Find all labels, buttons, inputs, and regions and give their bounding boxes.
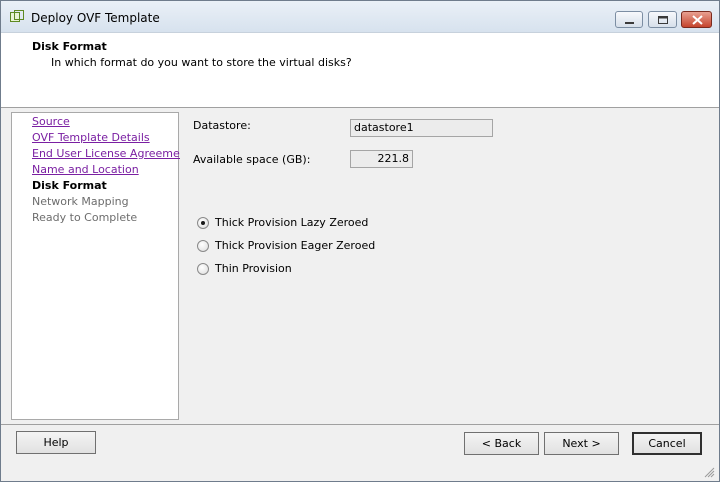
step-source[interactable]: Source (32, 115, 70, 128)
page-title: Disk Format (32, 40, 107, 53)
deploy-ovf-window: Deploy OVF Template Disk Format In which… (0, 0, 720, 482)
cancel-button[interactable]: Cancel (632, 432, 702, 455)
option-thin-provision[interactable]: Thin Provision (197, 262, 397, 278)
close-button[interactable] (681, 11, 712, 28)
window-title: Deploy OVF Template (31, 11, 160, 25)
minimize-button[interactable] (615, 11, 643, 28)
option-thick-eager-zeroed[interactable]: Thick Provision Eager Zeroed (197, 239, 397, 255)
radio-button[interactable] (197, 263, 209, 275)
maximize-icon (658, 16, 668, 24)
minimize-icon (625, 22, 634, 24)
option-label: Thick Provision Eager Zeroed (215, 239, 376, 252)
wizard-header: Disk Format In which format do you want … (1, 33, 719, 108)
datastore-field: datastore1 (350, 119, 493, 137)
step-disk-format: Disk Format (32, 179, 107, 192)
title-bar[interactable]: Deploy OVF Template (1, 1, 719, 33)
step-network-mapping: Network Mapping (32, 195, 129, 208)
maximize-button[interactable] (648, 11, 677, 28)
back-button[interactable]: < Back (464, 432, 539, 455)
available-space-label: Available space (GB): (193, 153, 311, 166)
radio-selected-dot (201, 221, 205, 225)
option-thick-lazy-zeroed[interactable]: Thick Provision Lazy Zeroed (197, 216, 397, 232)
close-icon (692, 15, 703, 25)
step-ready-to-complete: Ready to Complete (32, 211, 138, 224)
next-button[interactable]: Next > (544, 432, 619, 455)
available-space-field: 221.8 (350, 150, 413, 168)
disk-format-panel: Datastore: datastore1 Available space (G… (180, 112, 711, 418)
help-button[interactable]: Help (16, 431, 96, 454)
wizard-steps-panel: Source OVF Template Details End User Lic… (11, 112, 191, 420)
radio-button[interactable] (197, 217, 209, 229)
radio-button[interactable] (197, 240, 209, 252)
footer-divider (1, 424, 719, 425)
datastore-label: Datastore: (193, 119, 251, 132)
option-label: Thin Provision (215, 262, 292, 275)
resize-grip-icon[interactable] (703, 466, 715, 478)
option-label: Thick Provision Lazy Zeroed (215, 216, 369, 229)
page-subtitle: In which format do you want to store the… (51, 56, 352, 69)
step-ovf-template-details[interactable]: OVF Template Details (32, 131, 150, 144)
step-eula[interactable]: End User License Agreement (32, 147, 191, 160)
app-icon (10, 10, 24, 22)
step-name-and-location[interactable]: Name and Location (32, 163, 139, 176)
